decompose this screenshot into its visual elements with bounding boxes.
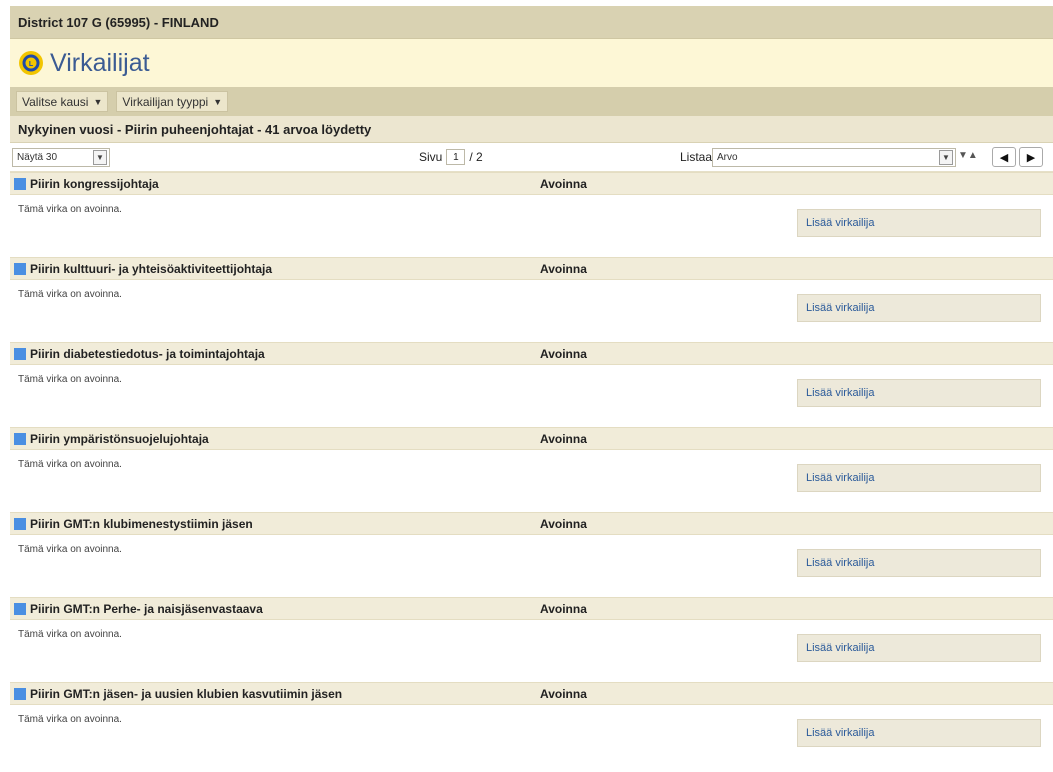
section-header: Piirin kongressijohtaja Avoinna xyxy=(10,172,1053,195)
position-name: Piirin GMT:n klubimenestystiimin jäsen xyxy=(30,517,253,531)
add-officer-button[interactable]: Lisää virkailija xyxy=(797,719,1041,747)
officer-type-menu[interactable]: Virkailijan tyyppi ▼ xyxy=(116,91,229,112)
arrow-left-icon: ◀ xyxy=(999,151,1009,164)
section-body: Tämä virka on avoinna. Lisää virkailija xyxy=(10,620,1053,682)
vacancy-note: Tämä virka on avoinna. xyxy=(18,629,122,640)
chevron-down-icon: ▼ xyxy=(939,150,953,165)
results-summary: Nykyinen vuosi - Piirin puheenjohtajat -… xyxy=(10,116,1053,143)
section-body: Tämä virka on avoinna. Lisää virkailija xyxy=(10,450,1053,512)
menu-bar: Valitse kausi ▼ Virkailijan tyyppi ▼ xyxy=(10,87,1053,116)
arrow-right-icon: ▶ xyxy=(1026,151,1036,164)
section-body: Tämä virka on avoinna. Lisää virkailija xyxy=(10,195,1053,257)
section-header: Piirin kulttuuri- ja yhteisöaktiviteetti… xyxy=(10,257,1053,280)
position-status: Avoinna xyxy=(540,347,587,361)
add-officer-button[interactable]: Lisää virkailija xyxy=(797,209,1041,237)
section-body: Tämä virka on avoinna. Lisää virkailija xyxy=(10,280,1053,342)
select-period-menu[interactable]: Valitse kausi ▼ xyxy=(16,91,109,112)
position-name: Piirin kulttuuri- ja yhteisöaktiviteetti… xyxy=(30,262,273,276)
page-input[interactable]: 1 xyxy=(446,149,466,165)
page-title: Virkailijat xyxy=(50,48,150,77)
district-bar: District 107 G (65995) - FINLAND xyxy=(10,6,1053,39)
section-body: Tämä virka on avoinna. Lisää virkailija xyxy=(10,535,1053,597)
list-controls: Näytä 30 ▼ Sivu 1 / 2 Listaa Arvo ▼ ▼▲ ◀… xyxy=(10,143,1053,172)
section-header: Piirin GMT:n klubimenestystiimin jäsen Av… xyxy=(10,512,1053,535)
section-header: Piirin diabetestiedotus- ja toimintajoht… xyxy=(10,342,1053,365)
add-officer-button[interactable]: Lisää virkailija xyxy=(797,379,1041,407)
square-icon xyxy=(14,178,26,190)
position-status: Avoinna xyxy=(540,432,587,446)
sort-select[interactable]: Arvo ▼ xyxy=(712,148,956,167)
summary-text: Nykyinen vuosi - Piirin puheenjohtajat -… xyxy=(18,121,372,137)
position-status: Avoinna xyxy=(540,687,587,701)
add-officer-button[interactable]: Lisää virkailija xyxy=(797,634,1041,662)
position-status: Avoinna xyxy=(540,177,587,191)
section-header: Piirin ympäristönsuojelujohtaja Avoinna xyxy=(10,427,1053,450)
section-header: Piirin GMT:n Perhe- ja naisjäsenvastaava… xyxy=(10,597,1053,620)
page-header: L Virkailijat xyxy=(10,39,1053,87)
position-status: Avoinna xyxy=(540,262,587,276)
sort-label: Listaa xyxy=(680,150,713,164)
add-officer-button[interactable]: Lisää virkailija xyxy=(797,549,1041,577)
add-officer-button[interactable]: Lisää virkailija xyxy=(797,464,1041,492)
page-size-value: Näytä 30 xyxy=(17,152,58,163)
square-icon xyxy=(14,348,26,360)
prev-page-button[interactable]: ◀ xyxy=(992,147,1016,167)
pager: Sivu 1 / 2 xyxy=(419,149,483,165)
position-name: Piirin GMT:n Perhe- ja naisjäsenvastaava xyxy=(30,602,263,616)
page-size-select[interactable]: Näytä 30 ▼ xyxy=(12,148,110,167)
lions-logo-icon: L xyxy=(19,51,43,75)
section-body: Tämä virka on avoinna. Lisää virkailija xyxy=(10,365,1053,427)
officer-list: Piirin kongressijohtaja Avoinna Tämä virka… xyxy=(10,172,1053,767)
square-icon xyxy=(14,263,26,275)
next-page-button[interactable]: ▶ xyxy=(1019,147,1043,167)
add-officer-button[interactable]: Lisää virkailija xyxy=(797,294,1041,322)
position-status: Avoinna xyxy=(540,602,587,616)
sort-order-icon[interactable]: ▼▲ xyxy=(958,150,978,161)
select-period-label: Valitse kausi xyxy=(22,94,89,109)
square-icon xyxy=(14,433,26,445)
vacancy-note: Tämä virka on avoinna. xyxy=(18,714,122,725)
svg-text:L: L xyxy=(29,61,34,68)
page-label: Sivu xyxy=(419,150,443,164)
position-name: Piirin kongressijohtaja xyxy=(30,177,159,191)
vacancy-note: Tämä virka on avoinna. xyxy=(18,459,122,470)
square-icon xyxy=(14,518,26,530)
chevron-down-icon: ▼ xyxy=(213,96,223,107)
vacancy-note: Tämä virka on avoinna. xyxy=(18,544,122,555)
vacancy-note: Tämä virka on avoinna. xyxy=(18,204,122,215)
page-total: / 2 xyxy=(469,150,483,164)
vacancy-note: Tämä virka on avoinna. xyxy=(18,374,122,385)
section-body: Tämä virka on avoinna. Lisää virkailija xyxy=(10,705,1053,767)
square-icon xyxy=(14,688,26,700)
position-status: Avoinna xyxy=(540,517,587,531)
officer-type-label: Virkailijan tyyppi xyxy=(122,94,209,109)
chevron-down-icon: ▼ xyxy=(93,150,107,165)
section-header: Piirin GMT:n jäsen- ja uusien klubien ka… xyxy=(10,682,1053,705)
vacancy-note: Tämä virka on avoinna. xyxy=(18,289,122,300)
position-name: Piirin diabetestiedotus- ja toimintajoht… xyxy=(30,347,265,361)
sort-value: Arvo xyxy=(717,152,738,163)
position-name: Piirin GMT:n jäsen- ja uusien klubien ka… xyxy=(30,687,343,701)
chevron-down-icon: ▼ xyxy=(93,96,103,107)
square-icon xyxy=(14,603,26,615)
district-label: District 107 G (65995) - FINLAND xyxy=(18,14,219,30)
position-name: Piirin ympäristönsuojelujohtaja xyxy=(30,432,209,446)
